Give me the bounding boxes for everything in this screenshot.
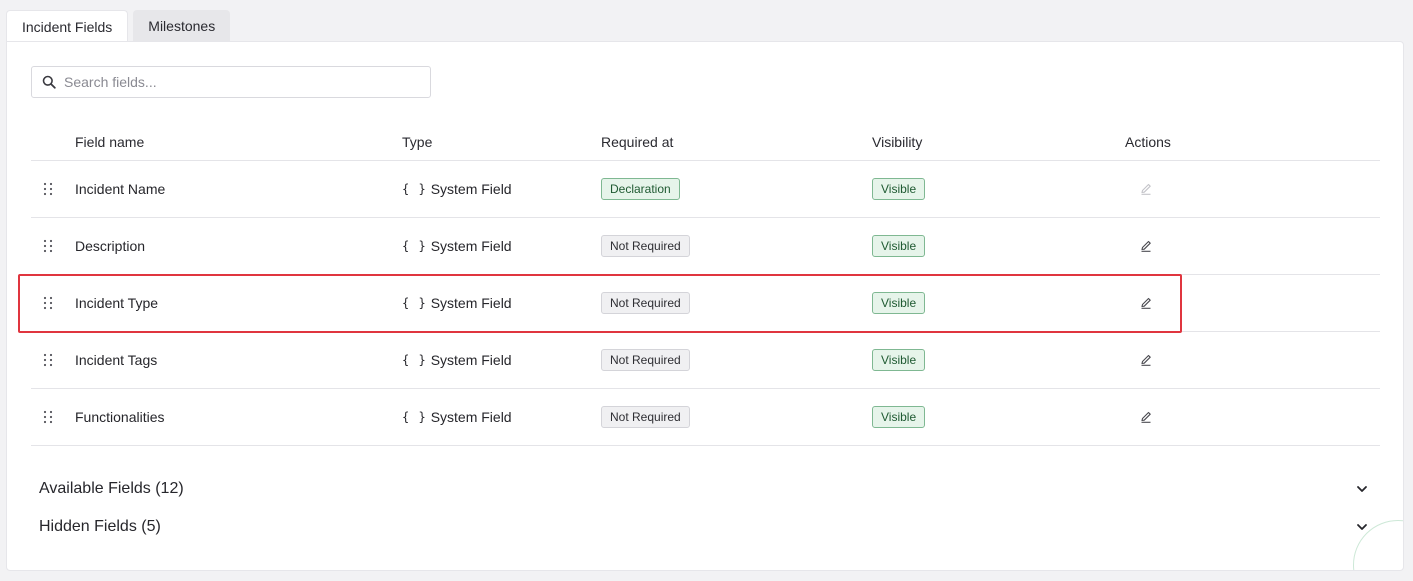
- search-input[interactable]: [64, 74, 430, 90]
- required-badge: Not Required: [601, 349, 690, 371]
- header-required-at: Required at: [601, 134, 674, 150]
- table-row: Incident Type { } System Field Not Requir…: [31, 275, 1380, 332]
- hidden-fields-label: Hidden Fields (5): [39, 518, 161, 535]
- drag-handle-icon[interactable]: [42, 353, 54, 367]
- search-icon: [42, 75, 56, 89]
- pencil-icon[interactable]: [1139, 182, 1153, 196]
- braces-icon: { }: [402, 353, 427, 367]
- header-actions: Actions: [1125, 134, 1171, 150]
- header-field-name: Field name: [75, 134, 145, 150]
- field-type-label: System Field: [430, 238, 512, 254]
- fields-table: Field name Type Required at Visibility A…: [31, 122, 1380, 446]
- chevron-down-icon[interactable]: [1355, 482, 1369, 496]
- field-name: Functionalities: [75, 409, 165, 425]
- braces-icon: { }: [402, 296, 427, 310]
- field-name: Incident Tags: [75, 352, 158, 368]
- pencil-icon[interactable]: [1139, 410, 1153, 424]
- tab-bar: Incident Fields Milestones: [6, 10, 231, 42]
- table-row: Description { } System Field Not Required…: [31, 218, 1380, 275]
- field-type-label: System Field: [430, 409, 512, 425]
- drag-handle-icon[interactable]: [42, 182, 54, 196]
- chevron-down-icon[interactable]: [1355, 520, 1369, 534]
- table-row: Incident Name { } System Field Declaratio…: [31, 161, 1380, 218]
- visibility-badge: Visible: [872, 349, 926, 371]
- header-visibility: Visibility: [872, 134, 923, 150]
- visibility-badge: Visible: [872, 292, 926, 314]
- required-badge: Not Required: [601, 235, 690, 257]
- pencil-icon[interactable]: [1139, 296, 1153, 310]
- available-fields-label: Available Fields (12): [39, 480, 184, 497]
- tab-milestones[interactable]: Milestones: [133, 10, 231, 42]
- braces-icon: { }: [402, 410, 427, 424]
- visibility-badge: Visible: [872, 235, 926, 257]
- table-header: Field name Type Required at Visibility A…: [31, 122, 1380, 161]
- braces-icon: { }: [402, 239, 427, 253]
- field-name: Incident Name: [75, 181, 166, 197]
- field-name: Incident Type: [75, 295, 159, 311]
- field-type: { } System Field: [402, 295, 512, 311]
- field-type: { } System Field: [402, 181, 512, 197]
- field-type: { } System Field: [402, 238, 512, 254]
- field-type-label: System Field: [430, 295, 512, 311]
- visibility-badge: Visible: [872, 406, 926, 428]
- braces-icon: { }: [402, 182, 427, 196]
- required-badge: Not Required: [601, 292, 690, 314]
- header-type: Type: [402, 134, 433, 150]
- field-type-label: System Field: [430, 181, 512, 197]
- visibility-badge: Visible: [872, 178, 926, 200]
- drag-handle-icon[interactable]: [42, 296, 54, 310]
- pencil-icon[interactable]: [1139, 353, 1153, 367]
- table-row: Functionalities { } System Field Not Requ…: [31, 389, 1380, 446]
- field-type: { } System Field: [402, 352, 512, 368]
- table-row: Incident Tags { } System Field Not Requir…: [31, 332, 1380, 389]
- field-name: Description: [75, 238, 146, 254]
- available-fields-section[interactable]: Available Fields (12): [39, 477, 1369, 501]
- drag-handle-icon[interactable]: [42, 410, 54, 424]
- required-badge: Not Required: [601, 406, 690, 428]
- field-type-label: System Field: [430, 352, 512, 368]
- hidden-fields-section[interactable]: Hidden Fields (5): [39, 515, 1369, 539]
- fields-panel: Field name Type Required at Visibility A…: [6, 41, 1404, 571]
- drag-handle-icon[interactable]: [42, 239, 54, 253]
- tab-incident-fields[interactable]: Incident Fields: [6, 10, 129, 42]
- field-type: { } System Field: [402, 409, 512, 425]
- pencil-icon[interactable]: [1139, 239, 1153, 253]
- search-box[interactable]: [31, 66, 431, 98]
- required-badge: Declaration: [601, 178, 680, 200]
